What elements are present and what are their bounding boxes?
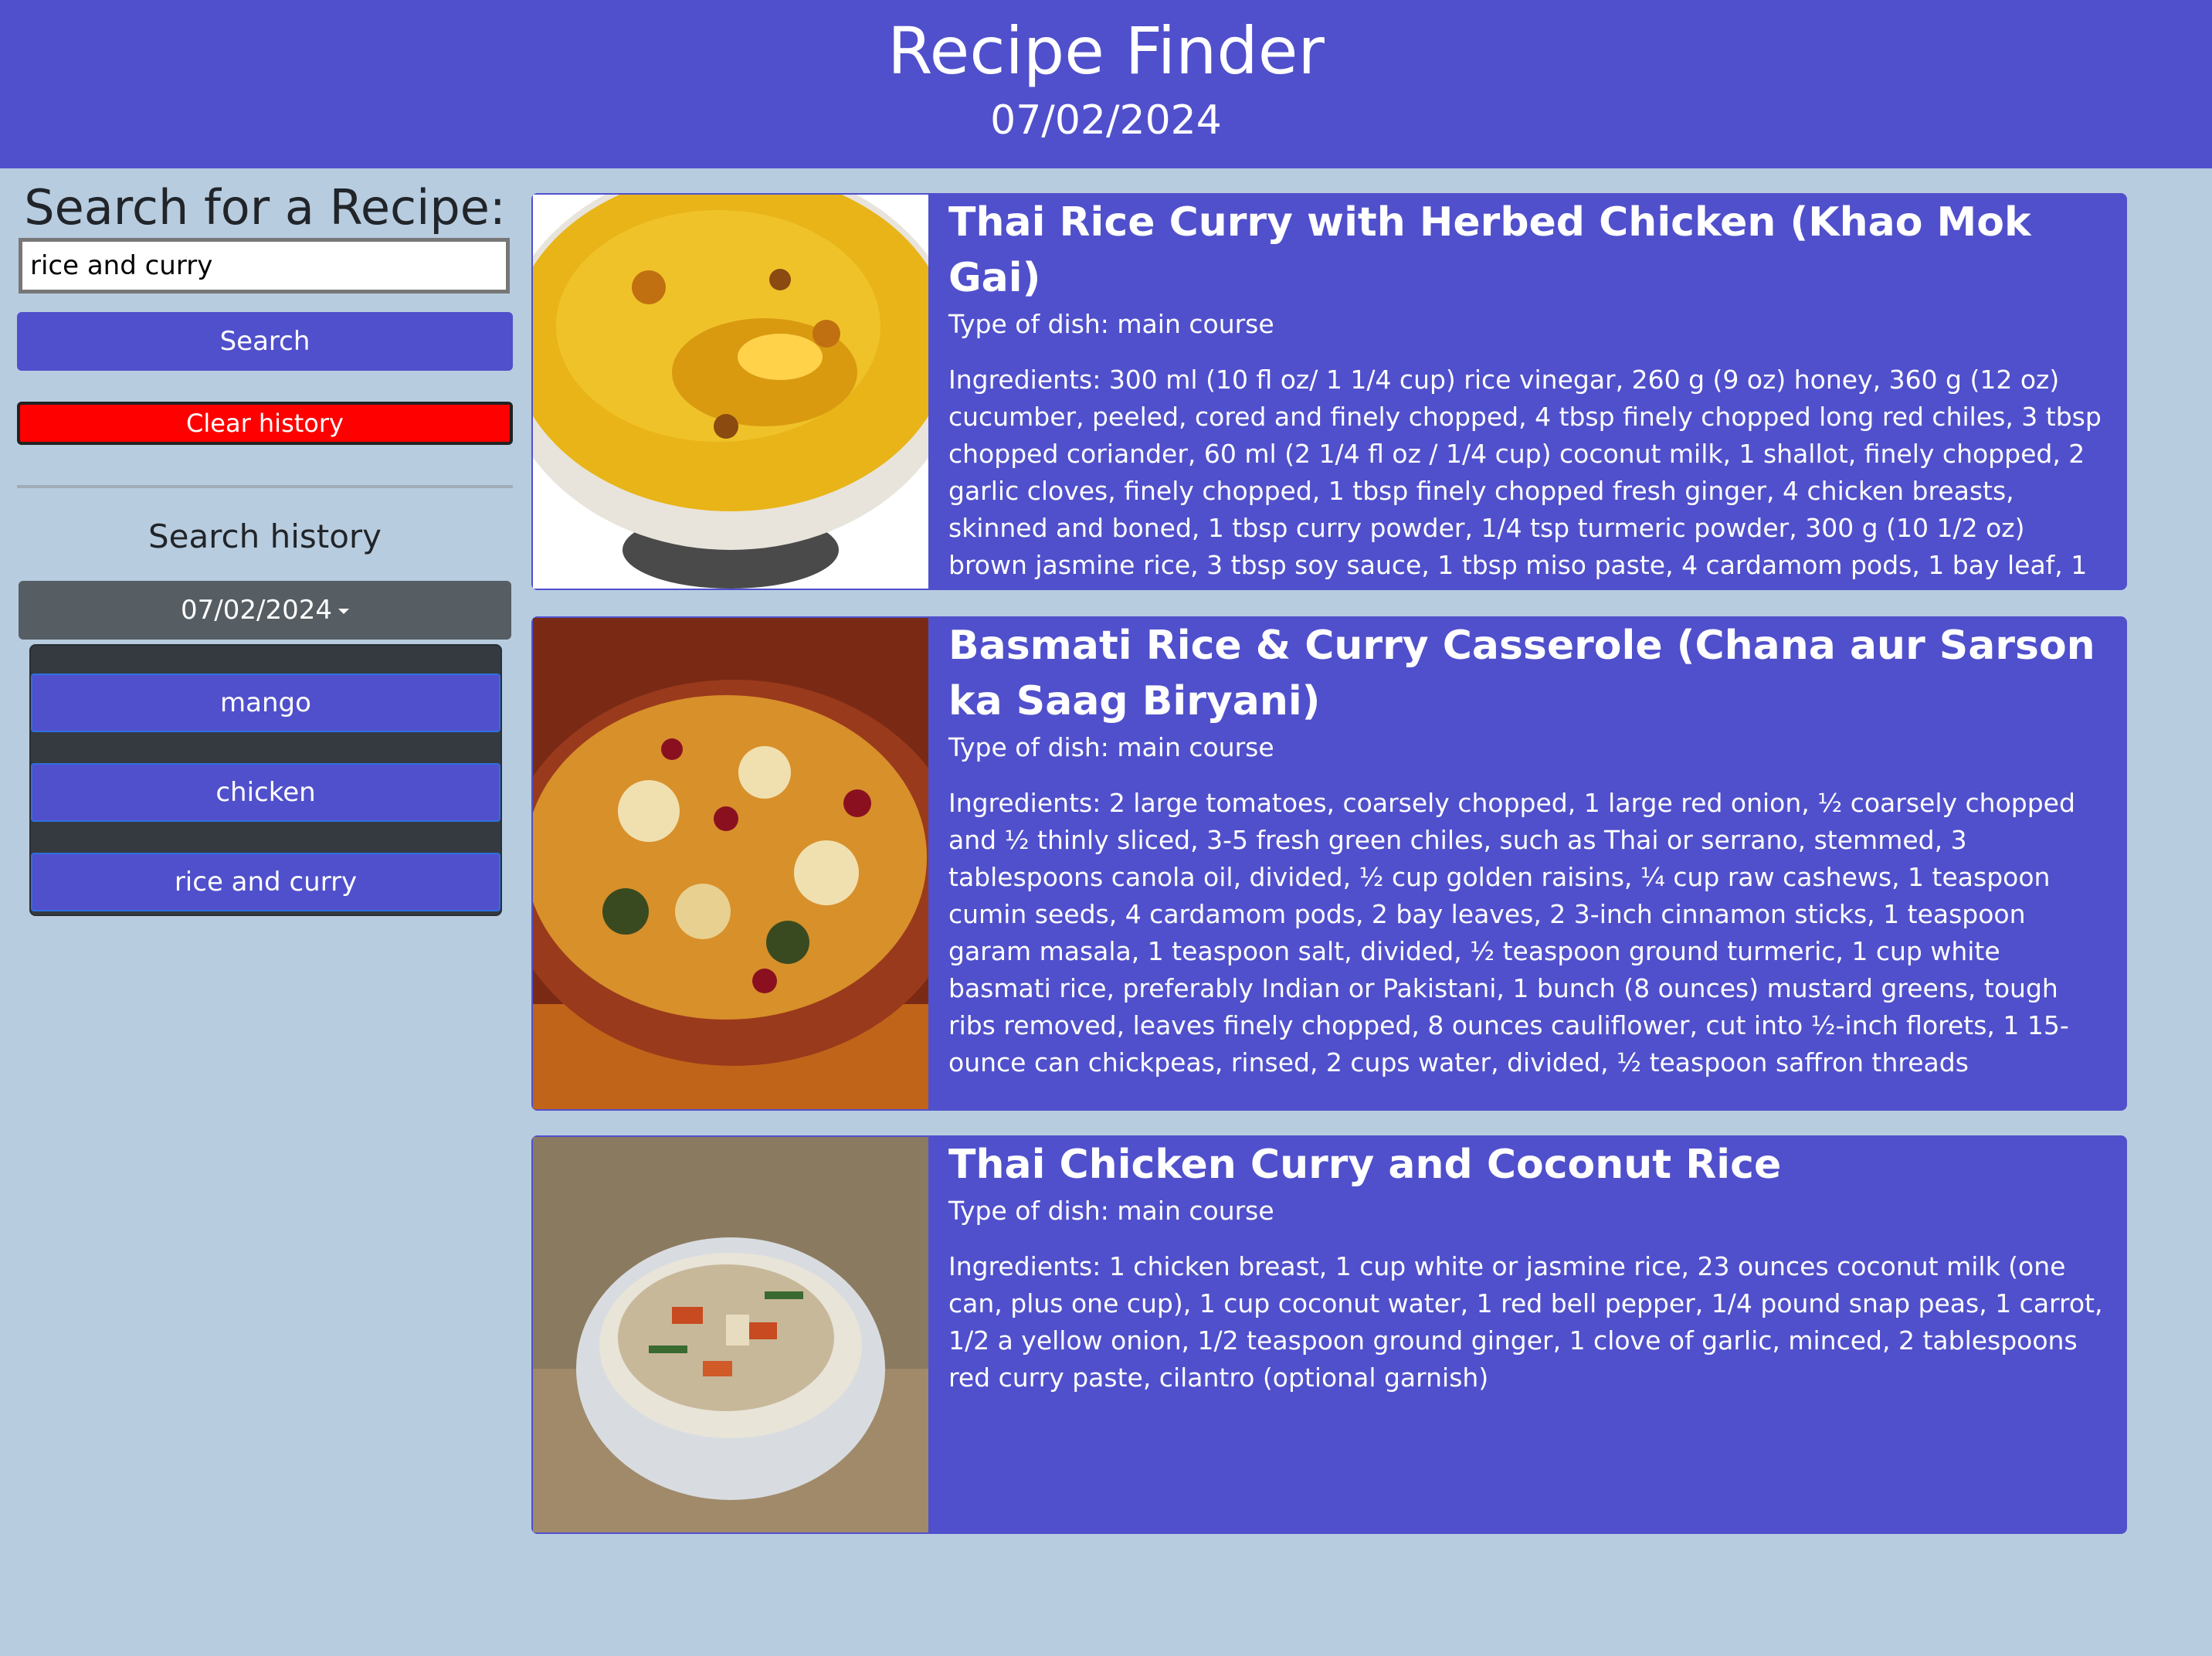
recipe-ingredients: Ingredients: 1 chicken breast, 1 cup whi… — [948, 1251, 2103, 1393]
recipe-ingredients: Ingredients: 2 large tomatoes, coarsely … — [948, 788, 2075, 1077]
recipe-type: Type of dish: main course — [948, 1196, 1274, 1226]
recipe-image — [533, 618, 928, 1109]
recipe-type: Type of dish: main course — [948, 309, 1274, 339]
app-header: Recipe Finder 07/02/2024 — [0, 0, 2212, 168]
recipe-card: Thai Chicken Curry and Coconut Rice Type… — [531, 1135, 2127, 1534]
history-item-mango[interactable]: mango — [31, 674, 500, 732]
recipe-body: Basmati Rice & Curry Casserole (Chana au… — [948, 616, 2110, 1081]
recipe-card: Basmati Rice & Curry Casserole (Chana au… — [531, 616, 2127, 1111]
recipe-ingredients: Ingredients: 300 ml (10 fl oz/ 1 1/4 cup… — [948, 365, 2102, 590]
clear-history-button[interactable]: Clear history — [17, 402, 513, 445]
search-input[interactable]: rice and curry — [19, 238, 510, 294]
history-date-dropdown[interactable]: 07/02/2024 — [19, 581, 511, 640]
app-title: Recipe Finder — [887, 13, 1325, 89]
recipe-title: Thai Rice Curry with Herbed Chicken (Kha… — [948, 199, 2031, 301]
recipe-body: Thai Chicken Curry and Coconut Rice Type… — [948, 1135, 2110, 1396]
history-item-rice-and-curry[interactable]: rice and curry — [31, 853, 500, 911]
recipe-body: Thai Rice Curry with Herbed Chicken (Kha… — [948, 193, 2110, 590]
recipe-image — [533, 195, 928, 589]
recipe-image — [533, 1137, 928, 1532]
history-dropdown-menu: mango chicken rice and curry — [29, 644, 502, 916]
recipe-title: Thai Chicken Curry and Coconut Rice — [948, 1142, 1782, 1188]
divider — [17, 485, 513, 488]
search-history-heading: Search history — [148, 518, 382, 555]
recipe-type: Type of dish: main course — [948, 732, 1274, 762]
header-date: 07/02/2024 — [990, 97, 1222, 144]
recipe-card: Thai Rice Curry with Herbed Chicken (Kha… — [531, 193, 2127, 590]
recipe-title: Basmati Rice & Curry Casserole (Chana au… — [948, 623, 2095, 724]
search-heading: Search for a Recipe: — [24, 179, 506, 236]
history-date-label: 07/02/2024 — [181, 595, 332, 626]
history-item-chicken[interactable]: chicken — [31, 763, 500, 822]
caret-down-icon — [338, 609, 349, 614]
search-button[interactable]: Search — [17, 312, 513, 371]
